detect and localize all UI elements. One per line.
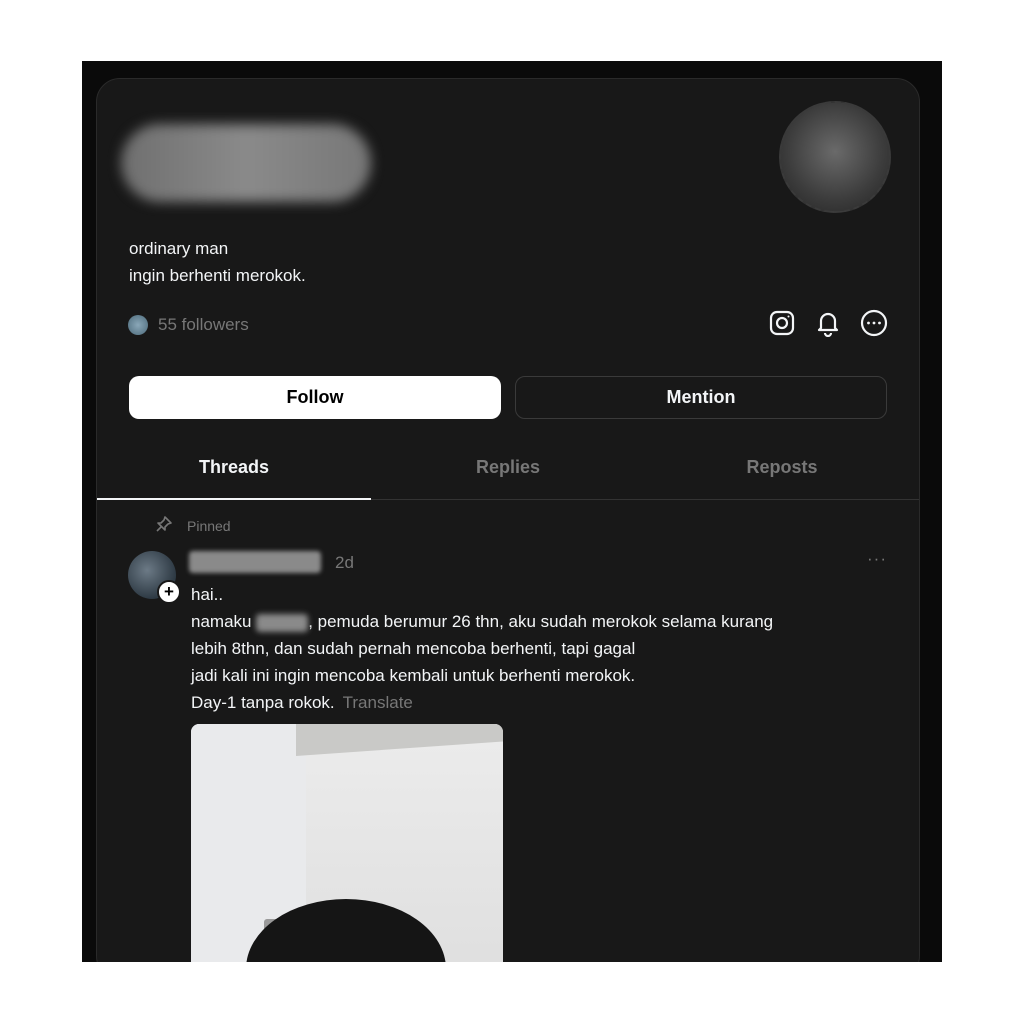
redacted-name: [256, 613, 309, 632]
post-image[interactable]: [191, 724, 503, 962]
follow-button[interactable]: Follow: [129, 376, 501, 419]
follower-avatar: [128, 315, 148, 335]
profile-panel: ordinary man ingin berhenti merokok. 55 …: [96, 78, 920, 962]
redacted-username[interactable]: [189, 551, 321, 573]
post-line: Day-1 tanpa rokok. Translate: [191, 689, 881, 716]
tab-threads[interactable]: Threads: [97, 444, 371, 500]
post-text-segment: Day-1 tanpa rokok.: [191, 693, 335, 712]
pinned-label: Pinned: [187, 517, 231, 534]
post-text-segment: namaku: [191, 612, 257, 631]
bio-line: ingin berhenti merokok.: [129, 266, 306, 285]
post-line: namaku , pemuda berumur 26 thn, aku suda…: [191, 608, 881, 635]
bio-line: ordinary man: [129, 239, 229, 258]
translate-link[interactable]: Translate: [343, 693, 413, 712]
profile-actions: [767, 308, 889, 338]
instagram-icon[interactable]: [767, 308, 797, 338]
profile-bio: ordinary man ingin berhenti merokok.: [129, 235, 306, 289]
pin-icon: [155, 515, 173, 536]
profile-tabs: Threads Replies Reposts: [97, 444, 919, 500]
followers-link[interactable]: 55 followers: [128, 315, 249, 335]
mention-button[interactable]: Mention: [515, 376, 887, 419]
tab-reposts[interactable]: Reposts: [645, 444, 919, 499]
more-options-icon[interactable]: [859, 308, 889, 338]
post-line: lebih 8thn, dan sudah pernah mencoba ber…: [191, 639, 636, 658]
bell-icon[interactable]: [813, 308, 843, 338]
post-text-segment: , pemuda berumur 26 thn, aku sudah merok…: [308, 612, 774, 631]
follow-plus-icon[interactable]: +: [157, 580, 181, 604]
redacted-profile-name: [121, 124, 371, 202]
post-time: 2d: [335, 553, 354, 572]
image-ceiling: [296, 724, 503, 756]
tab-replies[interactable]: Replies: [371, 444, 645, 499]
post-line: hai..: [191, 585, 224, 604]
app-frame: ordinary man ingin berhenti merokok. 55 …: [82, 61, 942, 962]
post-line: jadi kali ini ingin mencoba kembali untu…: [191, 666, 636, 685]
followers-count: 55 followers: [158, 315, 249, 334]
profile-avatar[interactable]: [779, 101, 891, 213]
post-more-icon[interactable]: ···: [867, 549, 887, 569]
post-body: hai.. namaku , pemuda berumur 26 thn, ak…: [191, 581, 881, 716]
pinned-indicator: Pinned: [155, 515, 231, 536]
